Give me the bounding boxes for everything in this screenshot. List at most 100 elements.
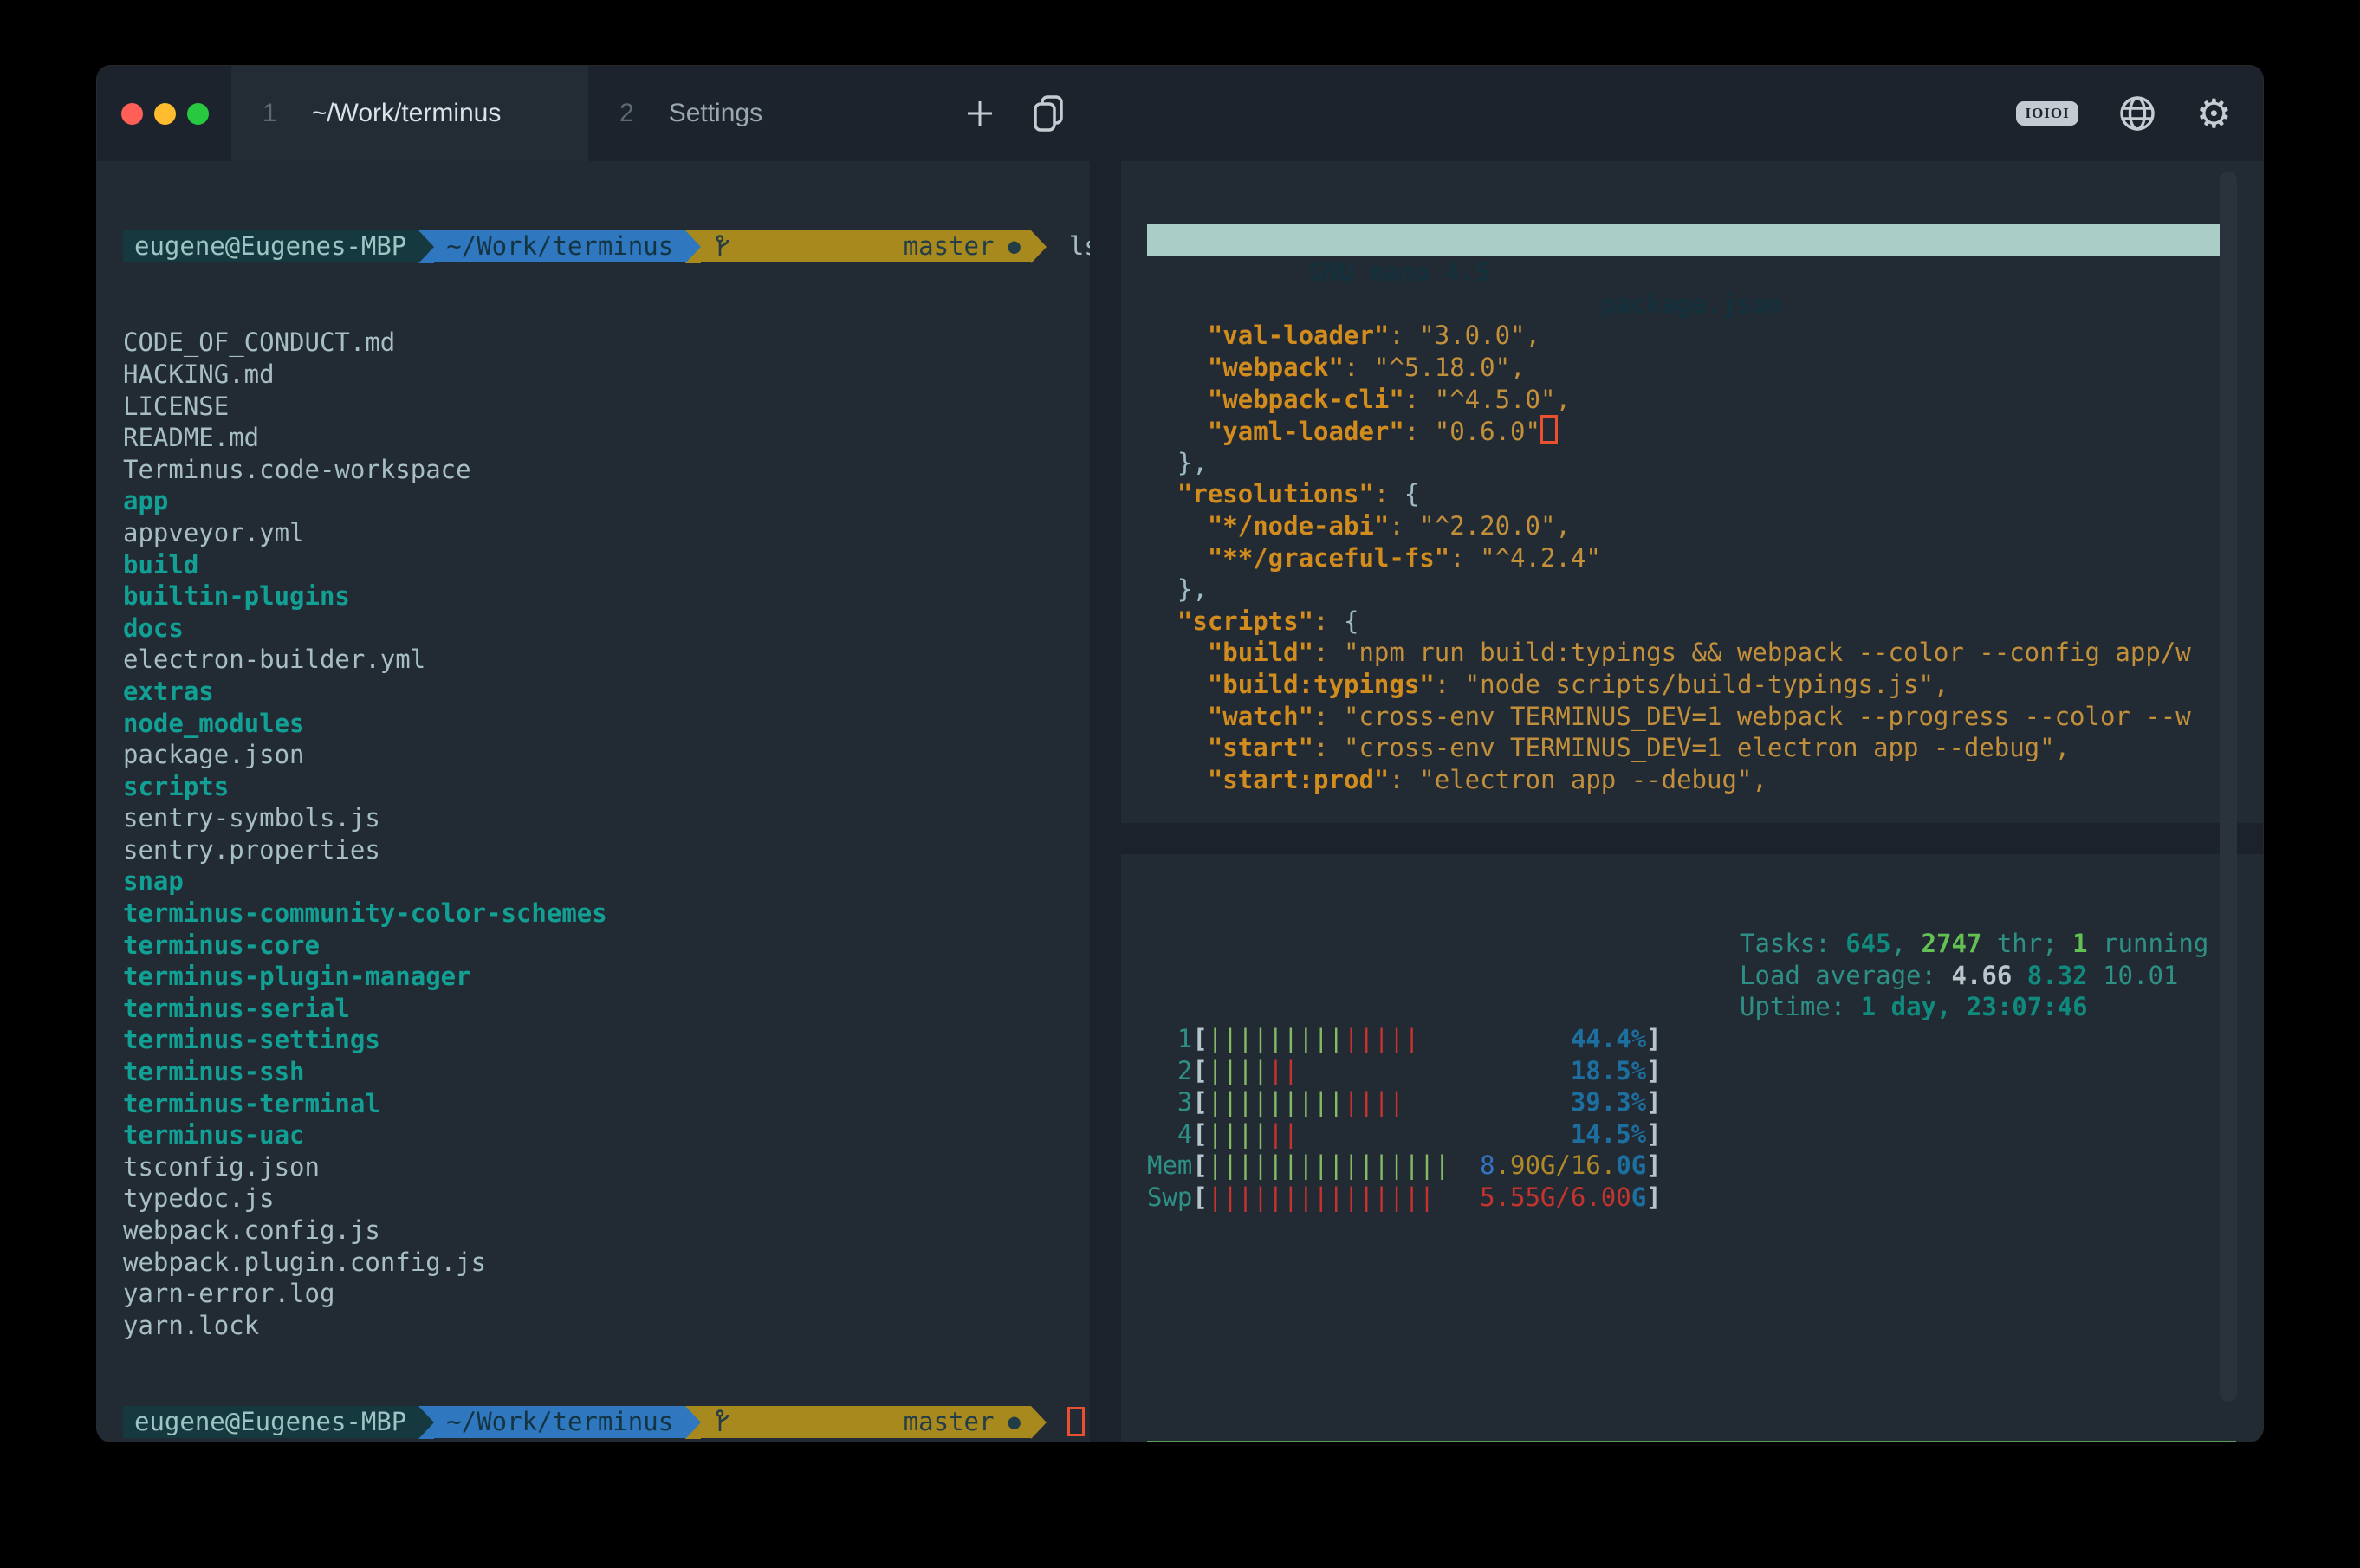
file-item: appveyor.yml: [123, 517, 1090, 549]
htop-process-table: U% MEM% TIME+ Command .0 0.2 0:22.66 /Sy…: [1147, 1377, 2236, 1442]
file-item: sentry.properties: [123, 834, 1090, 866]
shell-prompt: eugene@Eugenes-MBP ~/Work/terminus maste…: [123, 230, 1090, 262]
file-item: docs: [123, 612, 1090, 645]
terminal-cursor: [1067, 1407, 1085, 1436]
git-branch-name: master: [904, 230, 995, 262]
git-branch-name: master: [904, 1406, 995, 1438]
file-item: node_modules: [123, 708, 1090, 740]
prompt-user-segment: eugene@Eugenes-MBP: [123, 1406, 418, 1438]
tab-title: ~/Work/terminus: [312, 99, 502, 128]
tab-settings[interactable]: 2 Settings: [588, 66, 945, 161]
nano-line: "webpack": "^5.18.0",: [1147, 352, 2236, 384]
process-table-header: U% MEM% TIME+ Command: [1147, 1441, 2236, 1442]
file-item: terminus-terminal: [123, 1088, 1090, 1120]
file-item: Terminus.code-workspace: [123, 454, 1090, 486]
file-item: terminus-core: [123, 930, 1090, 962]
nano-line: "*/node-abi": "^2.20.0",: [1147, 510, 2236, 542]
pane-divider-vertical[interactable]: [1090, 161, 1121, 1442]
nano-line: "resolutions": {: [1147, 478, 2236, 510]
nano-line: "**/graceful-fs": "^4.2.4": [1147, 542, 2236, 574]
terminal-pane-htop[interactable]: Tasks: 645, 2747 thr; 1 runningLoad aver…: [1121, 854, 2263, 1442]
plus-icon: [963, 96, 997, 131]
file-item: terminus-plugin-manager: [123, 961, 1090, 993]
cpu-meter: 2[||||||18.5%]: [1147, 1055, 2263, 1087]
file-item: LICENSE: [123, 391, 1090, 423]
file-item: terminus-uac: [123, 1119, 1090, 1151]
nano-line: "scripts": {: [1147, 606, 2236, 638]
globe-icon[interactable]: [2117, 93, 2158, 134]
duplicate-tab-button[interactable]: [1027, 66, 1072, 161]
terminal-pane-nano[interactable]: GNU nano 4.5 package.json "val-loader": …: [1121, 161, 2263, 823]
file-item: webpack.config.js: [123, 1215, 1090, 1247]
copy-windows-icon: [1030, 94, 1068, 133]
tab-title: Settings: [669, 99, 762, 128]
file-item: app: [123, 485, 1090, 517]
git-dirty-dot: ●: [1008, 230, 1020, 262]
git-dirty-dot: ●: [1008, 1406, 1020, 1438]
traffic-lights: [97, 66, 231, 161]
nano-line: "build": "npm run build:typings && webpa…: [1147, 637, 2236, 669]
file-item: webpack.plugin.config.js: [123, 1247, 1090, 1279]
swp-meter: Swp[|||||||||||||||5.55G/6.00G]: [1147, 1182, 2263, 1214]
file-item: build: [123, 549, 1090, 581]
nano-file-name: package.json: [1601, 288, 1783, 321]
ls-output: CODE_OF_CONDUCT.mdHACKING.mdLICENSEREADM…: [123, 327, 1090, 1341]
serial-icon[interactable]: IOIOI: [2016, 101, 2078, 126]
scrollbar[interactable]: [2220, 172, 2237, 1402]
htop-summary-line: Load average: 4.66 8.32 10.01: [1740, 960, 2208, 992]
file-item: terminus-serial: [123, 993, 1090, 1025]
htop-summary-line: Uptime: 1 day, 23:07:46: [1740, 991, 2208, 1023]
tab-number: 1: [263, 99, 277, 128]
file-item: tsconfig.json: [123, 1151, 1090, 1183]
cpu-meter: 4[||||||14.5%]: [1147, 1118, 2263, 1150]
nano-line: "start": "cross-env TERMINUS_DEV=1 elect…: [1147, 732, 2236, 764]
nano-line: },: [1147, 573, 2236, 606]
settings-gear-icon[interactable]: ⚙: [2196, 94, 2232, 133]
prompt-git-segment: master ●: [701, 230, 1031, 262]
file-item: README.md: [123, 422, 1090, 454]
titlebar: 1 ~/Work/terminus 2 Settings IOIOI: [97, 66, 2263, 161]
file-item: terminus-settings: [123, 1024, 1090, 1056]
powerline-arrow: [418, 230, 434, 263]
powerline-arrow: [1031, 1406, 1047, 1439]
cpu-meter: 3[|||||||||||||39.3%]: [1147, 1086, 2263, 1118]
prompt-git-segment: master ●: [701, 1406, 1031, 1438]
typed-command: ls: [1069, 230, 1090, 262]
new-tab-button[interactable]: [957, 66, 1002, 161]
tab-work-terminus[interactable]: 1 ~/Work/terminus: [231, 66, 588, 161]
file-item: yarn-error.log: [123, 1278, 1090, 1310]
cpu-meter: 1[||||||||||||||44.4%]: [1147, 1023, 2263, 1055]
file-item: sentry-symbols.js: [123, 802, 1090, 834]
terminus-window: 1 ~/Work/terminus 2 Settings IOIOI: [97, 66, 2263, 1442]
powerline-arrow: [685, 230, 701, 263]
tab-number: 2: [619, 99, 634, 128]
nano-line: },: [1147, 447, 2236, 479]
file-item: scripts: [123, 771, 1090, 803]
powerline-arrow: [685, 1406, 701, 1439]
file-item: HACKING.md: [123, 359, 1090, 391]
git-branch-icon: [713, 1344, 895, 1442]
file-item: yarn.lock: [123, 1310, 1090, 1342]
nano-line: "watch": "cross-env TERMINUS_DEV=1 webpa…: [1147, 701, 2236, 733]
file-item: typedoc.js: [123, 1182, 1090, 1215]
file-item: extras: [123, 676, 1090, 708]
file-item: CODE_OF_CONDUCT.md: [123, 327, 1090, 359]
git-branch-icon: [713, 170, 895, 324]
nano-line: "val-loader": "3.0.0",: [1147, 320, 2236, 352]
terminal-pane-left[interactable]: eugene@Eugenes-MBP ~/Work/terminus maste…: [97, 161, 1090, 1442]
powerline-arrow: [418, 1406, 434, 1439]
file-item: package.json: [123, 739, 1090, 771]
nano-line: "yaml-loader": "0.6.0": [1147, 415, 2236, 447]
close-button[interactable]: [121, 103, 143, 125]
htop-summary: Tasks: 645, 2747 thr; 1 runningLoad aver…: [1740, 928, 2208, 1023]
zoom-button[interactable]: [187, 103, 209, 125]
nano-titlebar: GNU nano 4.5 package.json: [1147, 224, 2236, 256]
nano-editor-body: "val-loader": "3.0.0", "webpack": "^5.18…: [1147, 320, 2236, 795]
nano-line: "start:prod": "electron app --debug",: [1147, 764, 2236, 796]
minimize-button[interactable]: [154, 103, 176, 125]
nano-cursor: [1540, 415, 1558, 444]
nano-line: "webpack-cli": "^4.5.0",: [1147, 384, 2236, 416]
powerline-arrow: [1031, 230, 1047, 263]
mem-meter: Mem[||||||||||||||||8.90G/16.0G]: [1147, 1150, 2263, 1182]
pane-divider-horizontal[interactable]: [1121, 823, 2263, 854]
